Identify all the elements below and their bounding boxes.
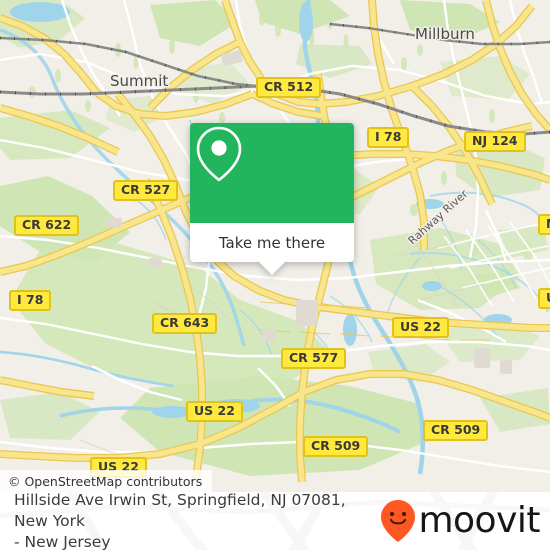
location-popup-card[interactable]: Take me there: [190, 123, 354, 275]
shield-cr-512: CR 512: [256, 77, 322, 98]
shield-cr-509-a: CR 509: [423, 420, 489, 441]
moovit-brand-logo[interactable]: moovit: [380, 499, 540, 543]
map-canvas[interactable]: Summit Millburn Rahway River CR 512 I 78…: [0, 0, 550, 492]
popup-action-label: Take me there: [218, 233, 326, 252]
map-pin-icon: [196, 126, 242, 182]
popup-action-button[interactable]: Take me there: [190, 223, 354, 262]
footer-bar: Hillside Ave Irwin St, Springfield, NJ 0…: [0, 492, 550, 550]
shield-us-edge: U: [538, 288, 550, 309]
map-attribution[interactable]: © OpenStreetMap contributors: [0, 470, 212, 492]
moovit-wordmark: moovit: [418, 500, 540, 541]
shield-i-78-a: I 78: [367, 127, 410, 148]
shield-cr-577: CR 577: [281, 348, 347, 369]
shield-cr-643: CR 643: [152, 313, 218, 334]
shield-nj-124: NJ 124: [464, 131, 526, 152]
popup-pointer-tail: [259, 262, 285, 275]
shield-i-78-b: I 78: [9, 290, 52, 311]
moovit-pin-icon: [381, 500, 416, 542]
moovit-map-screenshot: Summit Millburn Rahway River CR 512 I 78…: [0, 0, 550, 550]
shield-cr-509-b: CR 509: [303, 436, 369, 457]
address-line-2: - New Jersey: [14, 532, 111, 550]
popup-header: [190, 123, 354, 223]
shield-cr-622: CR 622: [14, 215, 80, 236]
attribution-text: © OpenStreetMap contributors: [8, 473, 203, 489]
shield-nj-edge: N: [538, 214, 550, 235]
address-line-1: Hillside Ave Irwin St, Springfield, NJ 0…: [14, 492, 346, 530]
address-text: Hillside Ave Irwin St, Springfield, NJ 0…: [14, 492, 380, 550]
shield-us-22-a: US 22: [392, 317, 449, 338]
shield-cr-527: CR 527: [113, 180, 179, 201]
shield-us-22-b: US 22: [186, 401, 243, 422]
